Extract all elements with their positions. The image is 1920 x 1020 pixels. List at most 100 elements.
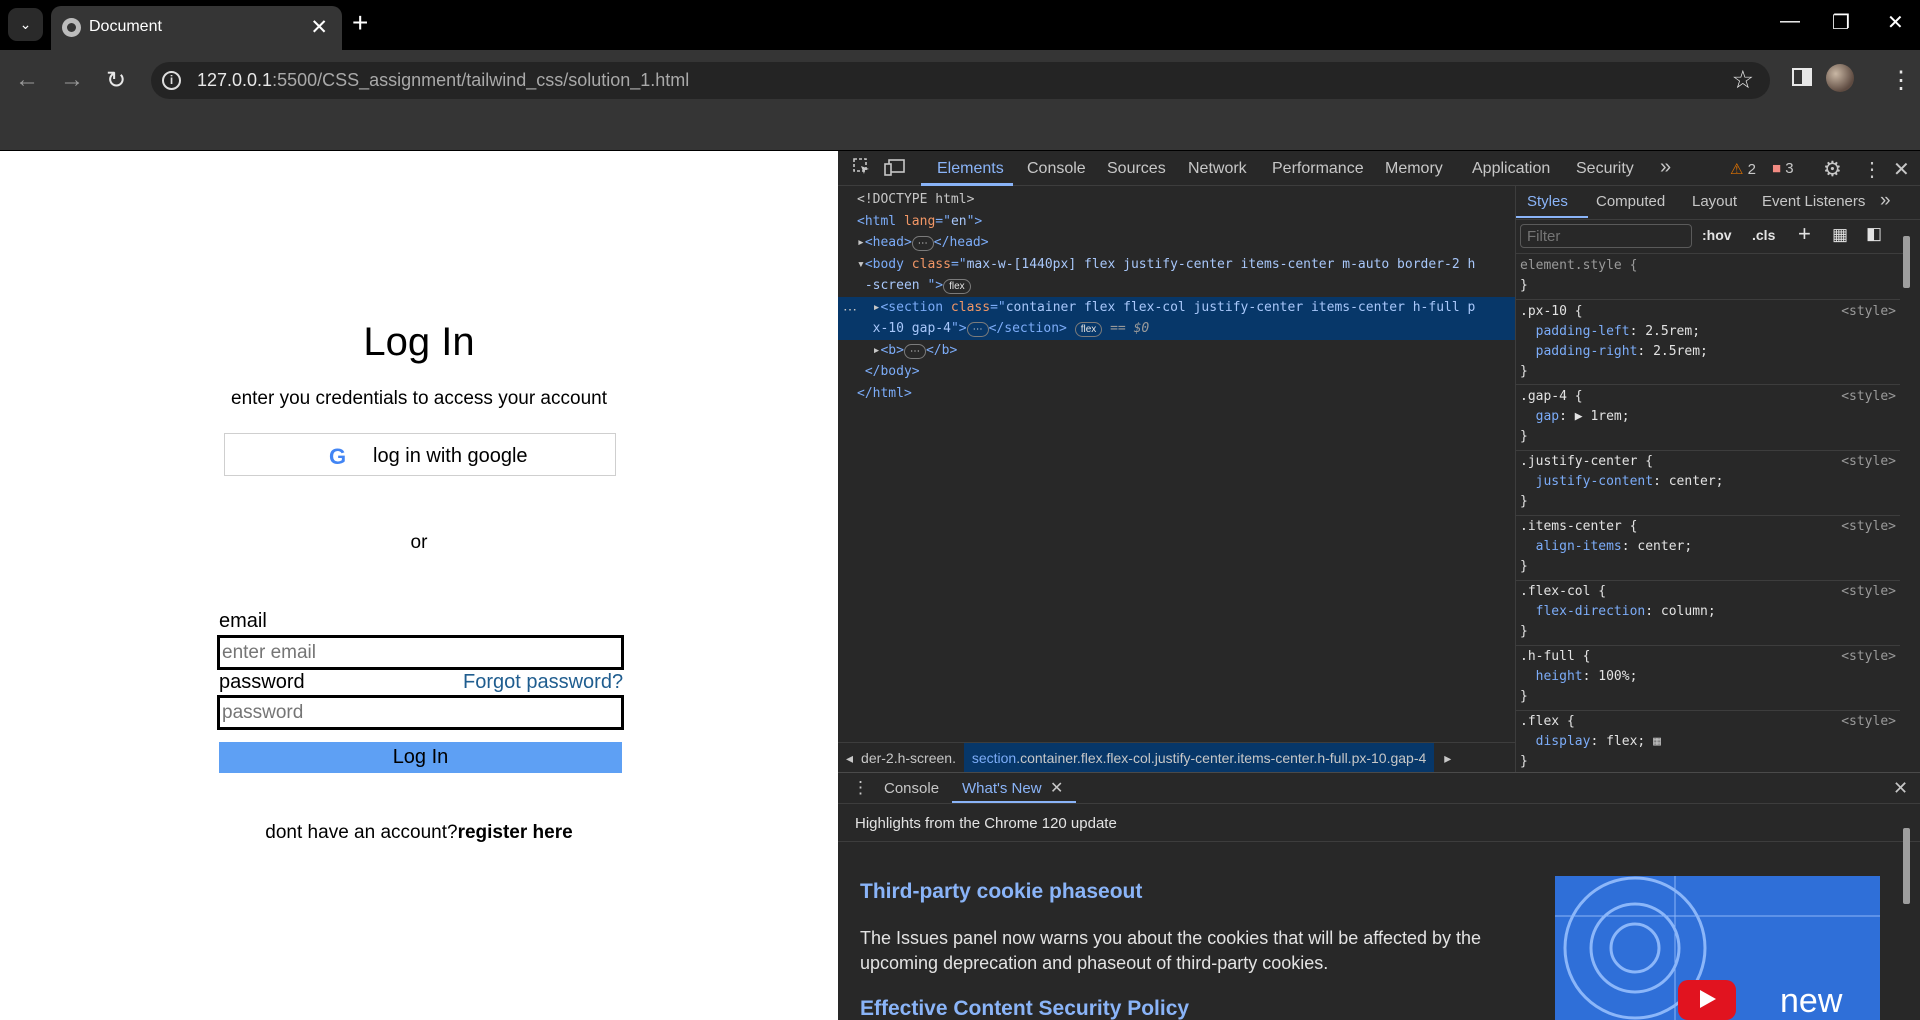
drawer-menu-icon[interactable]: ⋮ — [852, 778, 869, 798]
styles-tab-indicator — [1516, 216, 1588, 218]
browser-tab[interactable]: Document ✕ — [51, 6, 342, 50]
styles-tabs-divider — [1516, 219, 1920, 220]
register-prompt: dont have an account?register here — [0, 822, 838, 844]
drawer-tab-console[interactable]: Console — [884, 780, 939, 797]
minimize-button[interactable]: — — [1780, 10, 1800, 33]
breadcrumb: ◂ der-2.h-screen. section.container.flex.… — [838, 742, 1515, 772]
settings-gear-icon[interactable]: ⚙ — [1823, 157, 1842, 182]
tab-title: Document — [89, 18, 162, 35]
login-button[interactable]: Log In — [219, 742, 622, 773]
css-rule[interactable]: .flex-col {<style> flex-direction: colum… — [1520, 582, 1900, 642]
css-rule[interactable]: .px-10 {<style> padding-left: 2.5rem; pa… — [1520, 302, 1900, 382]
page-subtitle: enter you credentials to access your acc… — [231, 388, 607, 409]
rule-divider — [1516, 710, 1900, 711]
url-text[interactable]: 127.0.0.1:5500/CSS_assignment/tailwind_c… — [197, 70, 689, 91]
tab-elements[interactable]: Elements — [937, 160, 1004, 178]
paint-icon[interactable]: ▦ — [1832, 225, 1848, 245]
errors-badge[interactable]: ■ 3 — [1772, 160, 1794, 177]
css-rule[interactable]: .gap-4 {<style> gap: ▶ 1rem; } — [1520, 387, 1900, 447]
more-styles-tabs[interactable]: » — [1880, 190, 1891, 212]
tab-network[interactable]: Network — [1188, 160, 1247, 178]
forgot-password-link[interactable]: Forgot password? — [463, 671, 623, 694]
tab-styles[interactable]: Styles — [1527, 193, 1568, 210]
register-link[interactable]: register here — [458, 822, 573, 843]
css-rule[interactable]: element.style { } — [1520, 256, 1900, 296]
css-rule[interactable]: .justify-center {<style> justify-content… — [1520, 452, 1900, 512]
rule-divider — [1516, 515, 1900, 516]
tab-search-button[interactable]: ⌄ — [8, 8, 43, 41]
chevron-down-icon: ⌄ — [19, 16, 32, 32]
breadcrumb-right-icon[interactable]: ▸ — [1438, 750, 1457, 766]
breadcrumb-current[interactable]: section.container.flex.flex-col.justify-… — [963, 743, 1435, 772]
sidebar-toggle-icon[interactable]: ◧ — [1866, 224, 1882, 244]
rule-divider — [1516, 299, 1900, 300]
close-tab-icon[interactable]: ✕ — [310, 15, 328, 40]
filter-divider — [1516, 253, 1904, 254]
bookmark-star-icon[interactable]: ☆ — [1732, 65, 1754, 95]
close-devtools-icon[interactable]: ✕ — [1893, 157, 1910, 182]
dom-doctype[interactable]: <!DOCTYPE html> — [857, 192, 974, 207]
device-toolbar-icon[interactable] — [884, 157, 906, 182]
new-tab-button[interactable]: + — [352, 9, 368, 37]
styles-scrollbar[interactable] — [1903, 236, 1910, 288]
whats-new-header: Highlights from the Chrome 120 update — [838, 805, 1920, 842]
close-drawer-icon[interactable]: ✕ — [1893, 778, 1908, 799]
google-icon: G — [329, 444, 347, 469]
address-bar[interactable]: i 127.0.0.1:5500/CSS_assignment/tailwind… — [151, 62, 1770, 99]
profile-avatar[interactable] — [1826, 64, 1854, 92]
google-login-button[interactable]: G log in with google — [224, 433, 616, 476]
dom-row-menu-icon[interactable]: ⋯ — [843, 301, 857, 318]
tab-layout[interactable]: Layout — [1692, 193, 1737, 210]
more-tabs-button[interactable]: » — [1660, 156, 1671, 179]
dom-tree[interactable]: <!DOCTYPE html> <html lang="en"> ▸<head>… — [857, 189, 1475, 404]
tab-console[interactable]: Console — [1027, 160, 1086, 178]
email-label: email — [219, 610, 267, 632]
active-tab-indicator — [921, 183, 1013, 186]
back-icon[interactable]: ← — [15, 66, 39, 94]
add-rule-icon[interactable]: + — [1798, 221, 1811, 247]
inspect-element-icon[interactable] — [852, 157, 872, 182]
email-input[interactable] — [217, 635, 624, 670]
warnings-badge[interactable]: ⚠ 2 — [1730, 160, 1756, 178]
side-panel-icon[interactable] — [1791, 66, 1813, 95]
thumbnail-new-label: new — [1780, 982, 1843, 1020]
tab-performance[interactable]: Performance — [1272, 160, 1364, 178]
tab-event-listeners[interactable]: Event Listeners — [1762, 193, 1865, 210]
tab-sources[interactable]: Sources — [1107, 160, 1166, 178]
password-input[interactable] — [217, 695, 624, 730]
rule-divider — [1516, 384, 1900, 385]
devtools-menu-icon[interactable]: ⋮ — [1862, 157, 1882, 182]
forward-icon[interactable]: → — [60, 66, 84, 94]
web-page — [0, 151, 838, 1020]
reload-icon[interactable]: ↻ — [106, 66, 126, 95]
tab-security[interactable]: Security — [1576, 160, 1634, 178]
whats-new-heading-1[interactable]: Third-party cookie phaseout — [860, 880, 1142, 904]
close-whats-new-icon[interactable]: ✕ — [1050, 778, 1063, 798]
tab-application[interactable]: Application — [1472, 160, 1550, 178]
close-window-button[interactable]: ✕ — [1887, 10, 1904, 35]
class-toggle[interactable]: .cls — [1752, 227, 1775, 243]
rule-divider — [1516, 645, 1900, 646]
rule-divider — [1516, 580, 1900, 581]
site-info-icon[interactable]: i — [162, 71, 181, 90]
tab-computed[interactable]: Computed — [1596, 193, 1665, 210]
password-label: password — [219, 671, 305, 693]
whats-new-video-thumbnail[interactable]: new — [1555, 876, 1880, 1020]
drawer-tab-whats-new[interactable]: What's New — [962, 780, 1042, 797]
hover-state-toggle[interactable]: :hov — [1702, 227, 1732, 243]
breadcrumb-left-icon[interactable]: ◂ — [838, 750, 861, 766]
styles-filter-input[interactable] — [1520, 224, 1692, 248]
breadcrumb-prev[interactable]: der-2.h-screen. — [861, 750, 956, 766]
warning-icon: ⚠ — [1730, 161, 1744, 178]
css-rule[interactable]: .h-full {<style> height: 100%; } — [1520, 647, 1900, 707]
css-rule[interactable]: .items-center {<style> align-items: cent… — [1520, 517, 1900, 577]
tab-memory[interactable]: Memory — [1385, 160, 1443, 178]
css-rule[interactable]: .flex {<style> display: flex; ▦ } — [1520, 712, 1900, 770]
whats-new-heading-2[interactable]: Effective Content Security Policy — [860, 997, 1189, 1020]
drawer-scrollbar[interactable] — [1903, 828, 1910, 904]
rule-divider — [1516, 450, 1900, 451]
restore-button[interactable]: ❐ — [1832, 10, 1850, 35]
page-title: Log In — [363, 320, 475, 364]
menu-kebab-icon[interactable]: ⋮ — [1889, 66, 1913, 95]
flexbox-editor-icon[interactable]: ▦ — [1653, 734, 1661, 749]
